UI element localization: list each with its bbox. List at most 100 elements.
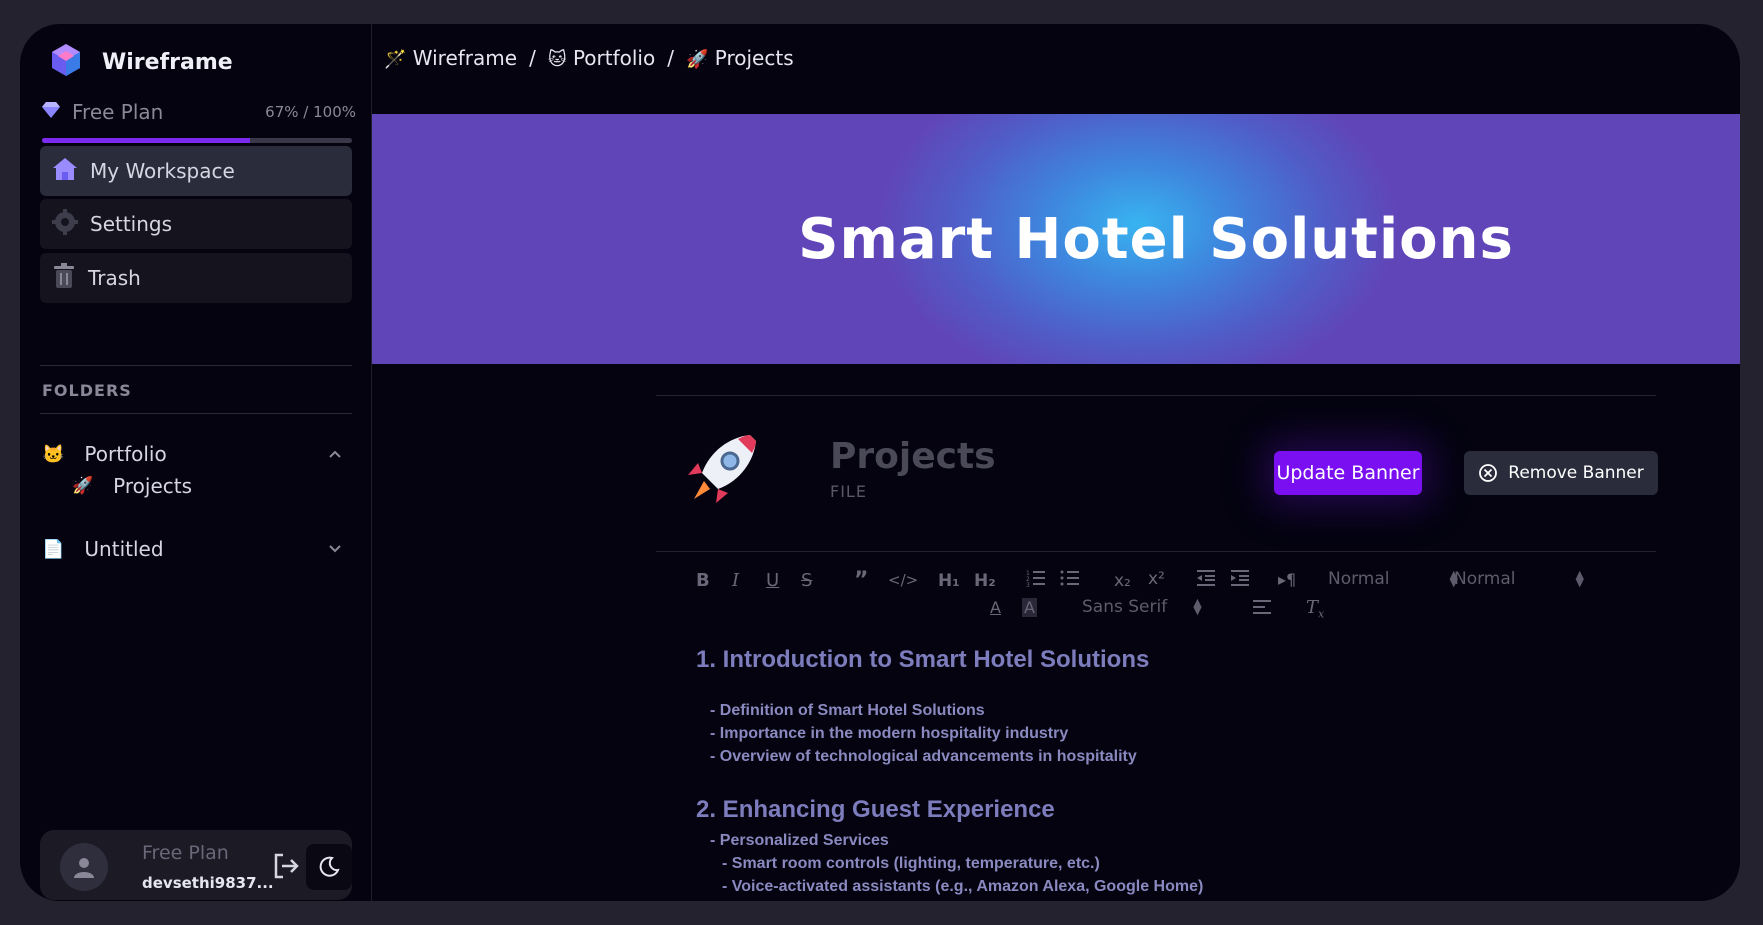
content-heading: 2. Enhancing Guest Experience <box>696 796 1055 823</box>
header-select-value: Normal <box>1328 569 1390 589</box>
divider <box>656 551 1656 552</box>
blockquote-icon[interactable]: ” <box>854 568 868 593</box>
breadcrumb-item-projects[interactable]: 🚀 Projects <box>686 46 794 70</box>
editor-toolbar: B I U S ” </> H₁ H₂ 123 x₂ x² ▸¶ Normal … <box>696 554 1646 624</box>
content-list-item: - Smart room controls (lighting, tempera… <box>722 855 1100 872</box>
banner-title: Smart Hotel Solutions <box>798 206 1514 272</box>
theme-toggle-button[interactable] <box>306 844 352 890</box>
content-list-item: - Voice-activated assistants (e.g., Amaz… <box>722 878 1204 895</box>
document-type: FILE <box>830 482 867 501</box>
breadcrumb-item-wireframe[interactable]: 🪄 Wireframe <box>384 46 517 70</box>
plan-progress-bar <box>42 138 352 143</box>
chevron-up-icon[interactable] <box>328 446 342 462</box>
size-select[interactable]: Normal ▲ ▼ <box>1454 569 1584 589</box>
plan-progress-fill <box>42 138 250 143</box>
page-emoji-icon: 📄 <box>42 538 65 559</box>
user-plan: Free Plan <box>142 842 229 864</box>
divider <box>40 365 352 366</box>
close-circle-icon <box>1479 464 1498 482</box>
code-block-icon[interactable]: </> <box>888 571 918 589</box>
rocket-emoji-icon: 🚀 <box>72 476 94 495</box>
file-label: Projects <box>113 474 193 498</box>
diamond-icon <box>42 101 60 123</box>
sidebar-item-trash[interactable]: Trash <box>40 253 352 303</box>
heading-2-icon[interactable]: H₂ <box>974 571 996 591</box>
plan-usage-text: 67% / 100% <box>265 103 356 121</box>
sidebar-item-label: Trash <box>88 266 141 290</box>
breadcrumb-item-portfolio[interactable]: 🐱 Portfolio <box>548 46 655 70</box>
subscript-icon[interactable]: x₂ <box>1114 571 1131 591</box>
plan-usage: Free Plan 67% / 100% <box>42 100 356 124</box>
app-name: Wireframe <box>102 50 233 75</box>
folder-label: Portfolio <box>84 442 167 466</box>
indent-icon[interactable] <box>1230 568 1250 593</box>
outdent-icon[interactable] <box>1196 568 1216 593</box>
sidebar-item-label: My Workspace <box>90 159 235 183</box>
avatar[interactable] <box>60 843 108 891</box>
breadcrumb-separator: / <box>667 46 674 70</box>
breadcrumb-label: Wireframe <box>412 46 518 70</box>
user-name: devsethi9837... <box>142 874 274 892</box>
underline-icon[interactable]: U <box>766 570 779 591</box>
breadcrumb-separator: / <box>529 46 536 70</box>
select-arrows-icon: ▲ ▼ <box>1575 568 1584 589</box>
divider <box>656 395 1656 396</box>
content-list-item: - Importance in the modern hospitality i… <box>710 725 1069 742</box>
clear-format-icon[interactable]: Tx <box>1306 597 1324 621</box>
home-icon <box>52 157 78 186</box>
file-projects[interactable]: 🚀 Projects <box>72 474 192 498</box>
font-select[interactable]: Sans Serif ▲ ▼ <box>1082 597 1202 617</box>
bold-icon[interactable]: B <box>696 570 710 591</box>
moon-icon <box>319 856 340 877</box>
sidebar-item-my-workspace[interactable]: My Workspace <box>40 146 352 196</box>
content-list-item: - Overview of technological advancements… <box>710 748 1137 765</box>
content-list-item: - Definition of Smart Hotel Solutions <box>710 702 985 719</box>
breadcrumb-label: Projects <box>714 46 794 70</box>
user-icon <box>74 858 94 878</box>
wand-emoji-icon: 🪄 <box>384 49 407 70</box>
svg-text:3: 3 <box>1026 582 1030 588</box>
breadcrumb: 🪄 Wireframe / 🐱 Portfolio / 🚀 Projects <box>384 46 794 70</box>
bullet-list-icon[interactable] <box>1060 568 1080 593</box>
document-icon[interactable] <box>680 429 762 516</box>
folder-label: Untitled <box>84 537 164 561</box>
folder-portfolio[interactable]: 🐱 Portfolio <box>42 437 352 471</box>
text-direction-icon[interactable]: ▸¶ <box>1278 570 1296 589</box>
background-color-icon[interactable]: A <box>1022 598 1037 617</box>
logout-button[interactable] <box>270 850 302 882</box>
italic-icon[interactable]: I <box>732 570 739 591</box>
folders-heading: FOLDERS <box>42 381 132 400</box>
plan-label: Free Plan <box>72 100 164 124</box>
sidebar-item-label: Settings <box>90 212 173 236</box>
remove-banner-button[interactable]: Remove Banner <box>1464 451 1658 495</box>
logo-icon <box>48 42 84 83</box>
cat-emoji-icon: 🐱 <box>547 49 567 70</box>
content-list-item: - Personalized Services <box>710 832 889 849</box>
header-select[interactable]: Normal ▲ ▼ <box>1328 569 1458 589</box>
document-title[interactable]: Projects <box>830 436 996 477</box>
rocket-icon <box>688 435 756 503</box>
trash-icon <box>52 262 76 294</box>
select-arrows-icon: ▲ ▼ <box>1193 596 1202 617</box>
heading-1-icon[interactable]: H₁ <box>938 571 960 591</box>
text-color-icon[interactable]: A <box>990 598 1001 617</box>
chevron-down-icon[interactable] <box>328 541 342 557</box>
banner-image: Smart Hotel Solutions <box>372 114 1740 364</box>
update-banner-button[interactable]: Update Banner <box>1274 451 1422 495</box>
cat-emoji-icon: 🐱 <box>42 443 65 464</box>
strikethrough-icon[interactable]: S <box>801 570 812 591</box>
sidebar-item-settings[interactable]: Settings <box>40 199 352 249</box>
sidebar: Wireframe Free Plan 67% / 100% My Worksp… <box>20 24 372 901</box>
ordered-list-icon[interactable]: 123 <box>1026 568 1046 593</box>
logout-icon <box>274 853 299 879</box>
rocket-emoji-icon: 🚀 <box>685 49 709 70</box>
folder-untitled[interactable]: 📄 Untitled <box>42 532 352 566</box>
remove-banner-label: Remove Banner <box>1508 463 1644 483</box>
brand[interactable]: Wireframe <box>48 42 233 83</box>
align-icon[interactable] <box>1252 598 1272 621</box>
app-window: Wireframe Free Plan 67% / 100% My Worksp… <box>20 24 1740 901</box>
superscript-icon[interactable]: x² <box>1148 569 1165 589</box>
user-card: Free Plan devsethi9837... <box>40 830 352 900</box>
size-select-value: Normal <box>1454 569 1516 589</box>
font-select-value: Sans Serif <box>1082 597 1168 617</box>
